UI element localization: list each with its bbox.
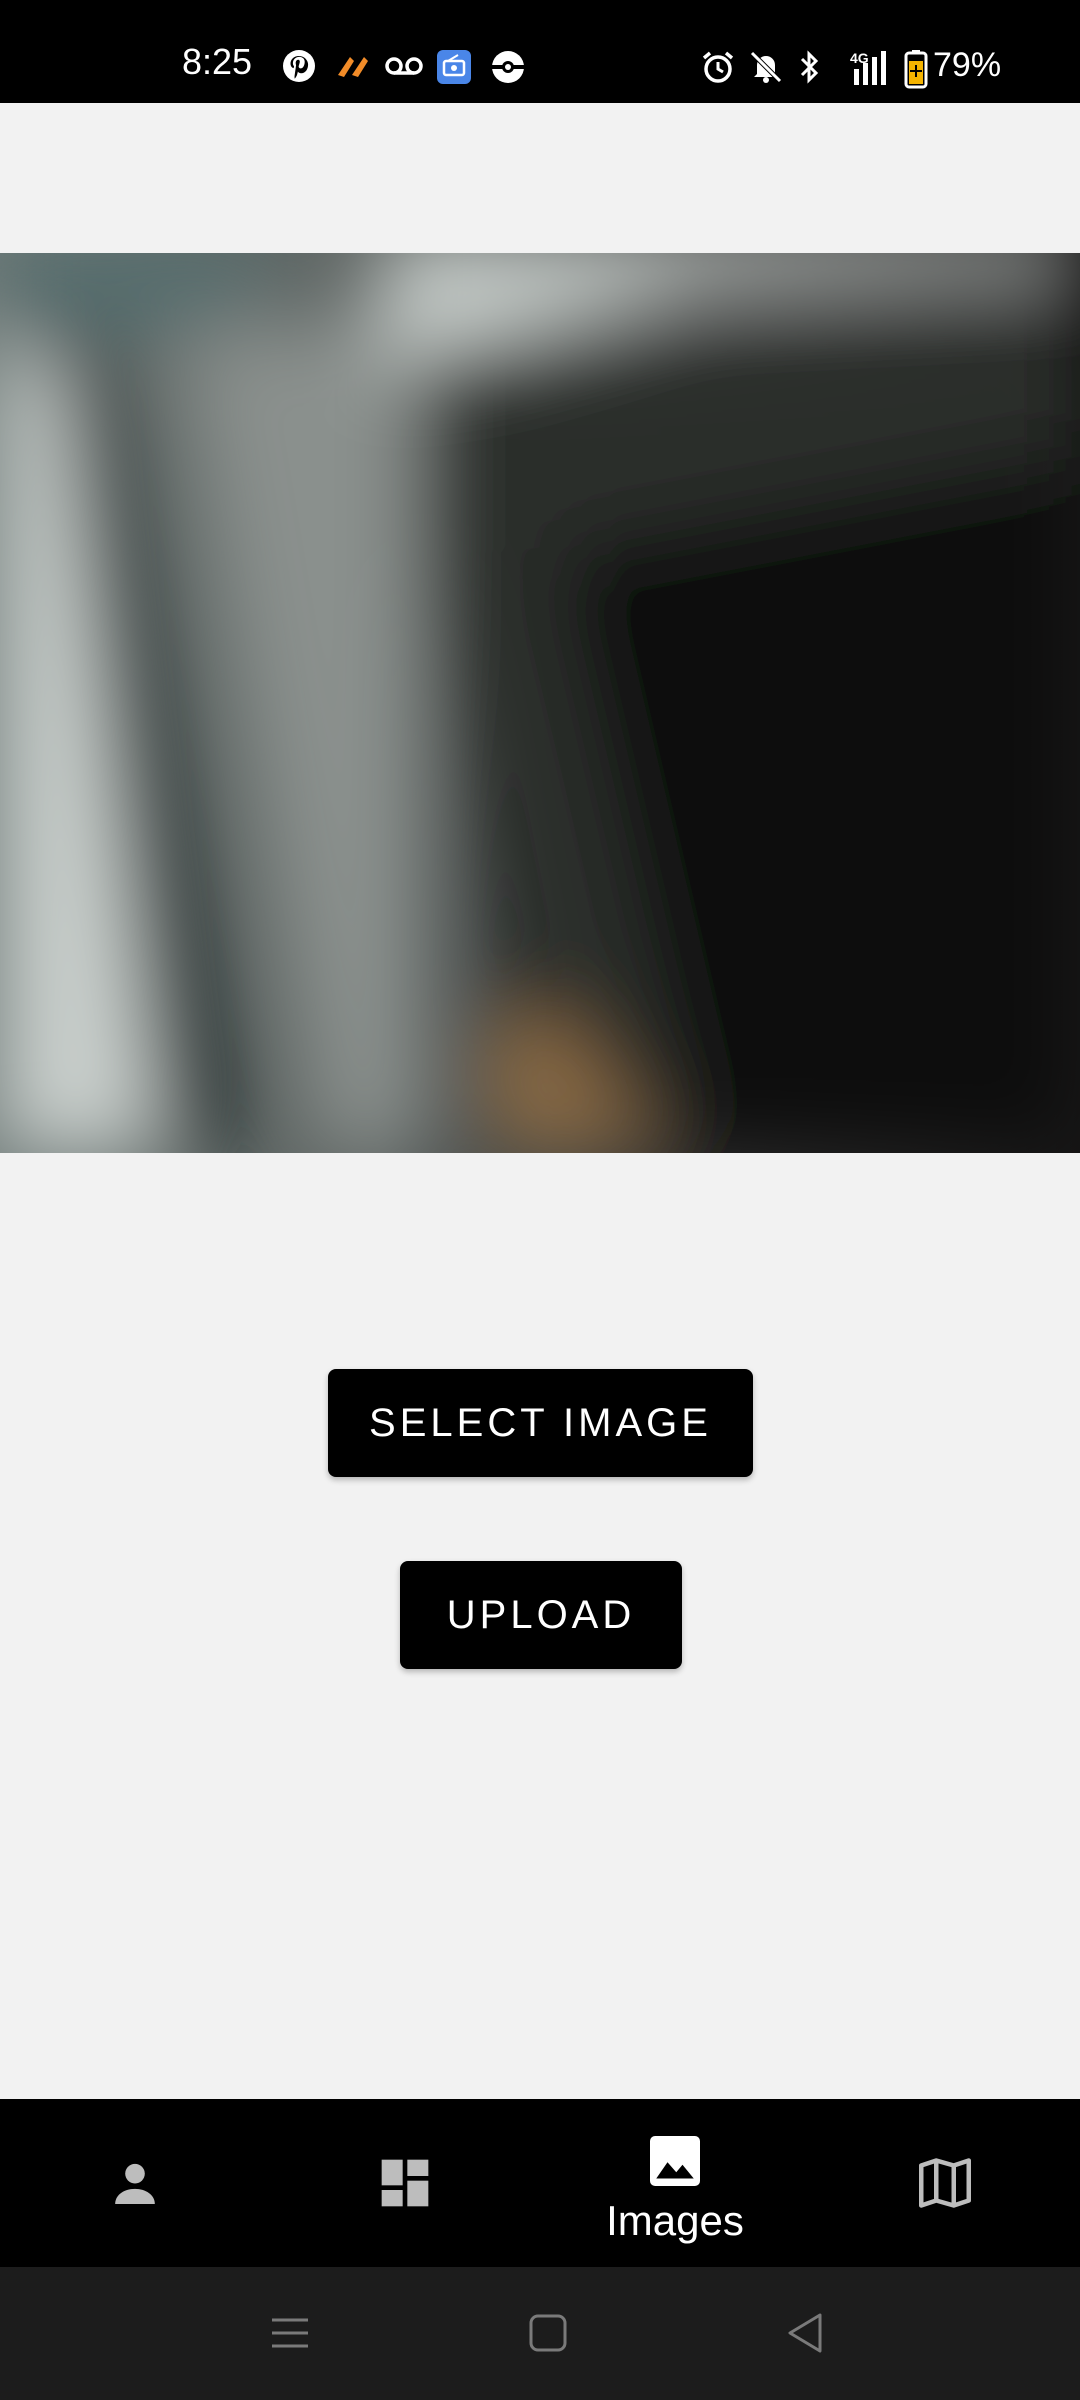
- person-icon: [115, 2163, 155, 2204]
- bluetooth-icon: [800, 50, 819, 84]
- radio-app-icon: [437, 50, 471, 84]
- battery-percentage: 79%: [933, 46, 1002, 84]
- voicemail-icon: [385, 57, 423, 75]
- status-bar: 8:25 4G 79%: [0, 0, 1080, 103]
- signal-4g-icon: 4G: [850, 50, 886, 85]
- nav-item-map[interactable]: [810, 2099, 1080, 2267]
- mute-icon: [750, 51, 782, 83]
- nav-item-dashboard[interactable]: [270, 2099, 540, 2267]
- dashboard-icon: [381, 2159, 429, 2207]
- recents-menu-icon[interactable]: [260, 2303, 320, 2363]
- screen: 8:25 4G 79% SELECT IMAGE UPLOAD Images: [0, 0, 1080, 2400]
- home-icon[interactable]: [518, 2303, 578, 2363]
- bottom-navigation: Images: [0, 2099, 1080, 2267]
- nav-item-images[interactable]: Images: [540, 2099, 810, 2267]
- pokeball-icon: [492, 51, 524, 83]
- select-image-button[interactable]: SELECT IMAGE: [328, 1369, 753, 1477]
- upload-button[interactable]: UPLOAD: [400, 1561, 682, 1669]
- pinterest-icon: [283, 50, 315, 82]
- back-icon[interactable]: [776, 2303, 836, 2363]
- map-icon: [919, 2158, 971, 2208]
- main-content: SELECT IMAGE UPLOAD: [0, 103, 1080, 2099]
- selected-image-preview: [0, 253, 1080, 1153]
- system-navigation-bar: [0, 2267, 1080, 2400]
- image-icon: [650, 2136, 700, 2186]
- alarm-icon: [702, 51, 734, 83]
- battery-icon: [904, 50, 928, 89]
- nav-label-images: Images: [606, 2197, 744, 2244]
- app-icon: [338, 57, 368, 77]
- status-time: 8:25: [182, 41, 253, 82]
- nav-item-profile[interactable]: [0, 2099, 270, 2267]
